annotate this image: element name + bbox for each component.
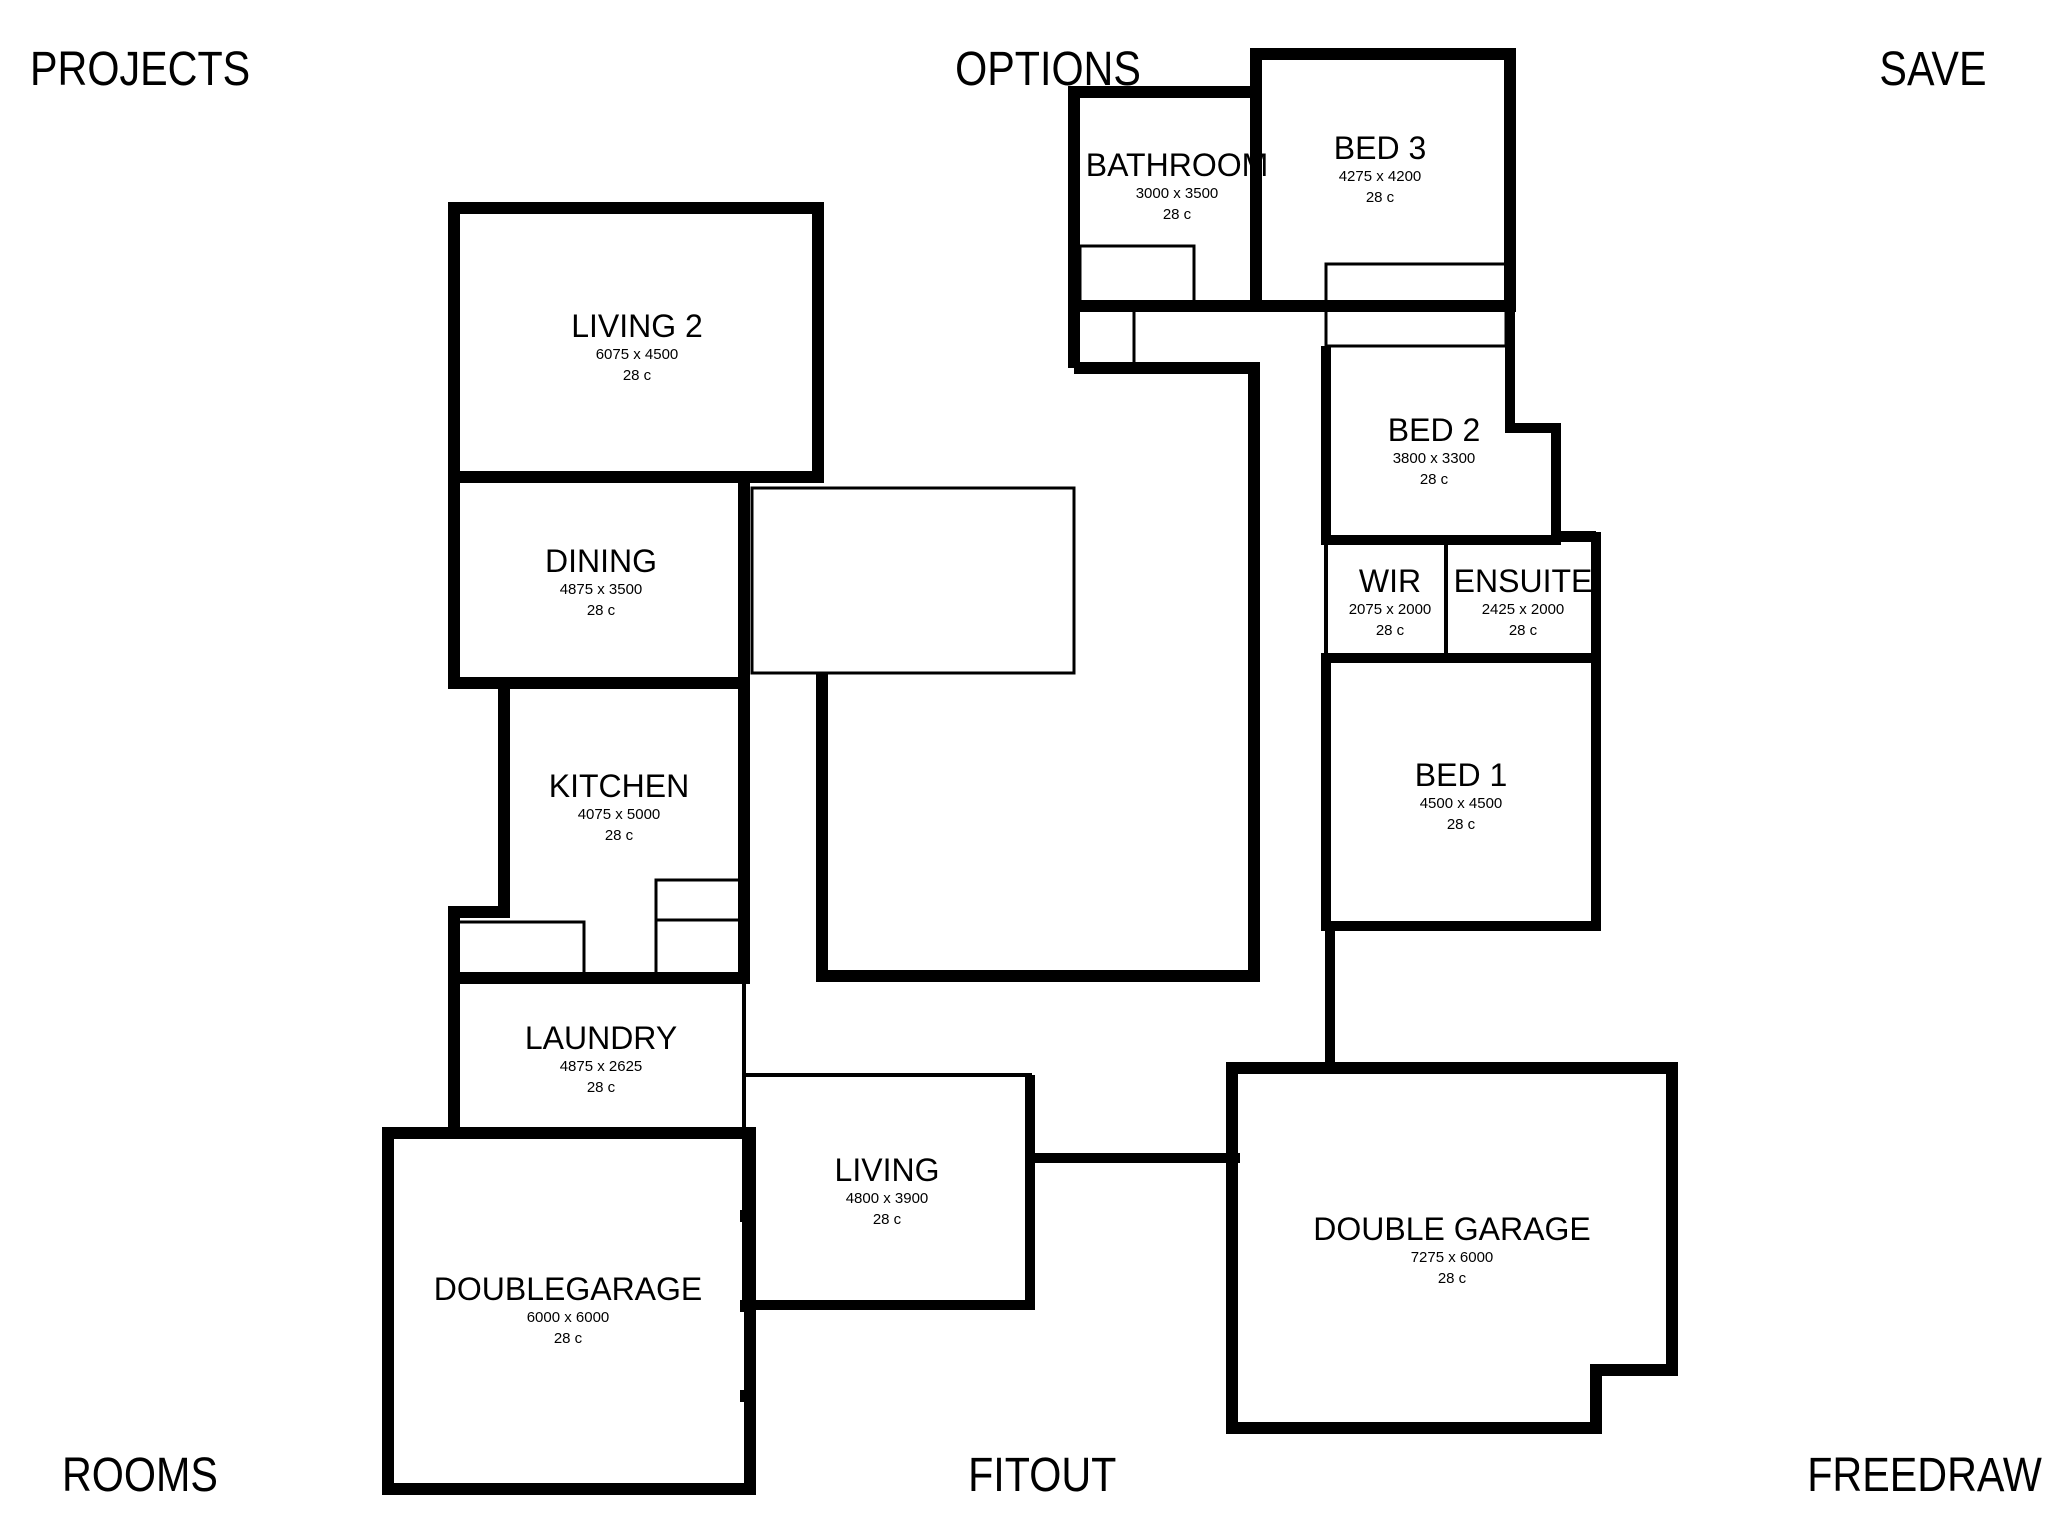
room-name: LIVING 2 [571,308,703,344]
room-doublegarage-right[interactable] [1226,1062,1678,1434]
room-name: WIR [1359,563,1421,599]
room-c-value: 28 c [1366,189,1395,206]
room-dimensions: 3800 x 3300 [1393,450,1476,467]
room-dimensions: 2075 x 2000 [1349,601,1432,618]
room-name: KITCHEN [549,768,689,804]
room-dimensions: 2425 x 2000 [1482,601,1565,618]
room-name: LAUNDRY [525,1020,677,1056]
room-dimensions: 6000 x 6000 [527,1309,610,1326]
room-c-value: 28 c [1420,471,1449,488]
room-bathroom[interactable] [1068,86,1262,368]
room-c-value: 28 c [623,367,652,384]
deck-outline[interactable] [750,486,1076,675]
room-dimensions: 4800 x 3900 [846,1190,929,1207]
room-dimensions: 4275 x 4200 [1339,168,1422,185]
room-c-value: 28 c [1163,206,1192,223]
room-name: ENSUITE [1454,563,1593,599]
room-name: DOUBLEGARAGE [434,1271,703,1307]
room-c-value: 28 c [1438,1270,1467,1287]
room-name: DOUBLE GARAGE [1313,1211,1590,1247]
room-name: BED 2 [1388,412,1480,448]
room-dimensions: 7275 x 6000 [1411,1249,1494,1266]
room-name: DINING [545,543,657,579]
room-dimensions: 4500 x 4500 [1420,795,1503,812]
room-wir[interactable] [1324,538,1448,660]
room-dimensions: 4075 x 5000 [578,806,661,823]
room-c-value: 28 c [873,1211,902,1228]
room-dimensions: 3000 x 3500 [1136,185,1219,202]
room-c-value: 28 c [1447,816,1476,833]
room-c-value: 28 c [554,1330,583,1347]
room-name: BED 1 [1415,757,1507,793]
floor-plan-canvas[interactable]: LIVING 2 6075 x 4500 28 c DINING 4875 x … [0,0,2048,1536]
kitchen-pantry[interactable] [654,878,746,980]
room-dimensions: 6075 x 4500 [596,346,679,363]
room-c-value: 28 c [1376,622,1405,639]
room-c-value: 28 c [587,602,616,619]
room-name: BED 3 [1334,130,1426,166]
room-c-value: 28 c [1509,622,1538,639]
room-dining[interactable] [448,471,750,689]
room-c-value: 28 c [605,827,634,844]
room-ensuite[interactable] [1444,538,1598,660]
room-c-value: 28 c [587,1079,616,1096]
room-kitchen[interactable] [448,683,750,984]
kitchen-cabinet[interactable] [456,920,586,980]
room-name: LIVING [835,1152,940,1188]
bathroom-vanity[interactable] [1078,244,1196,306]
room-dimensions: 4875 x 3500 [560,581,643,598]
room-dimensions: 4875 x 2625 [560,1058,643,1075]
room-name: BATHROOM [1086,147,1269,183]
